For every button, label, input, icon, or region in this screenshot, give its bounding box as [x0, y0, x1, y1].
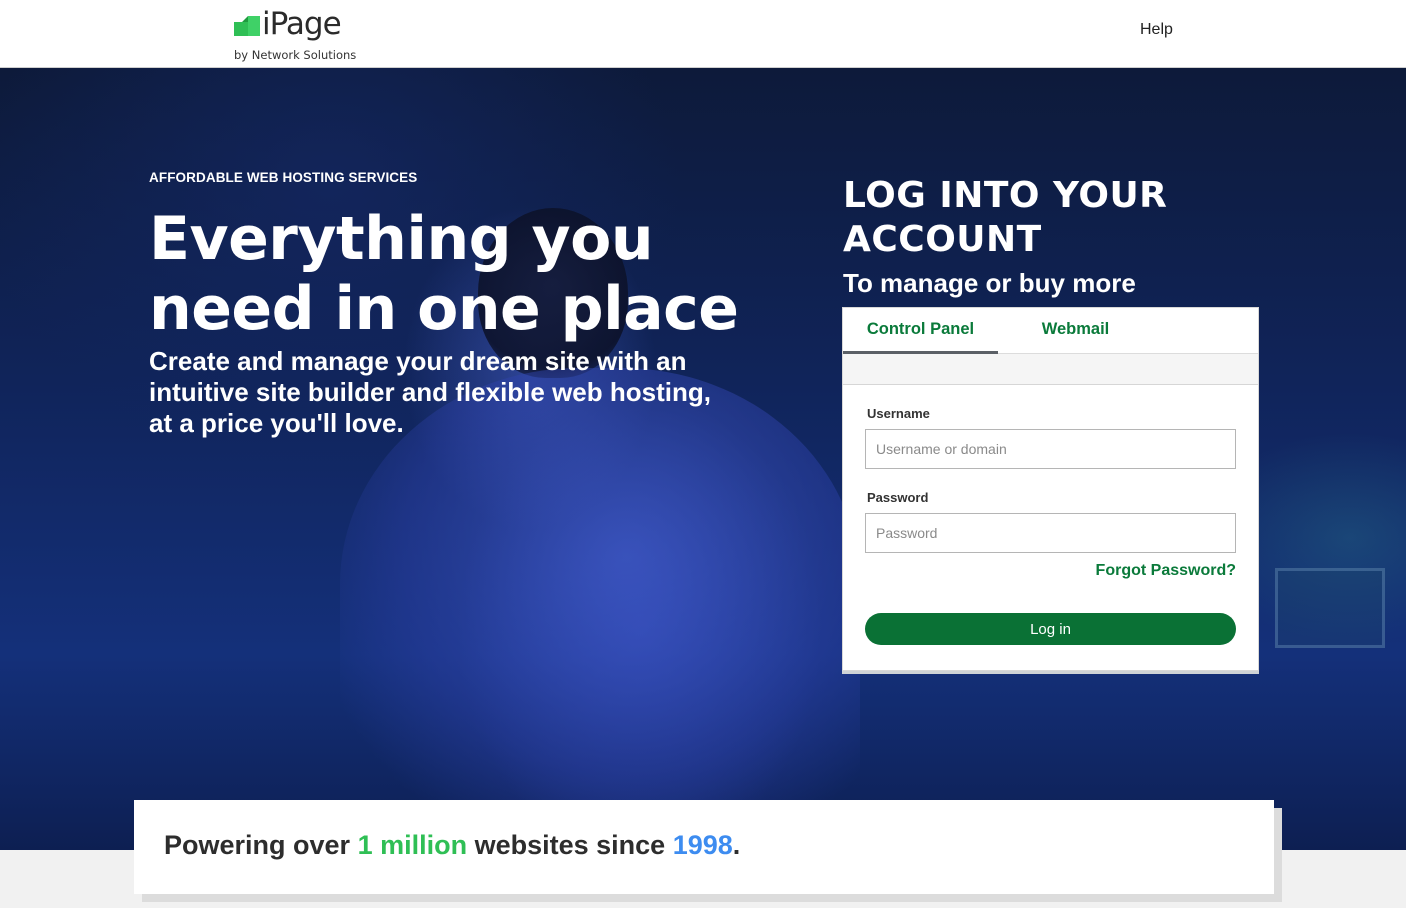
hero-eyebrow: AFFORDABLE WEB HOSTING SERVICES [149, 170, 418, 185]
password-label: Password [867, 490, 929, 505]
login-tabs: Control Panel Webmail [843, 308, 1258, 354]
logo-wordmark: iPage [262, 6, 342, 42]
login-heading: LOG INTO YOUR ACCOUNT [843, 175, 1168, 260]
login-button[interactable]: Log in [865, 613, 1236, 645]
password-input[interactable] [865, 513, 1236, 553]
ipage-logo[interactable]: iPage by Network Solutions [234, 6, 364, 64]
logo-tagline: by Network Solutions [234, 48, 357, 62]
stats-card: Powering over 1 million websites since 1… [134, 800, 1274, 894]
forgot-password-link[interactable]: Forgot Password? [1096, 562, 1236, 580]
login-card: Control Panel Webmail Username Password … [842, 307, 1259, 671]
hero-photo-monitor [1275, 568, 1385, 648]
stats-line: Powering over 1 million websites since 1… [164, 830, 740, 861]
hero-subtitle: Create and manage your dream site with a… [149, 346, 711, 438]
help-link[interactable]: Help [1140, 21, 1173, 39]
stats-suffix: . [732, 830, 741, 860]
username-label: Username [867, 406, 930, 421]
tab-strip [843, 354, 1258, 385]
stats-year: 1998 [672, 830, 733, 860]
stats-count: 1 million [357, 830, 468, 860]
stats-prefix: Powering over [164, 830, 358, 860]
tab-webmail[interactable]: Webmail [998, 308, 1153, 354]
hero-section: AFFORDABLE WEB HOSTING SERVICES Everythi… [0, 68, 1406, 850]
ipage-logo-icon [234, 16, 260, 36]
username-input[interactable] [865, 429, 1236, 469]
stats-middle: websites since [467, 830, 673, 860]
site-header: iPage by Network Solutions Help [0, 0, 1406, 68]
tab-control-panel[interactable]: Control Panel [843, 308, 998, 354]
login-subheading: To manage or buy more [843, 268, 1136, 298]
hero-title: Everything you need in one place [149, 204, 739, 344]
